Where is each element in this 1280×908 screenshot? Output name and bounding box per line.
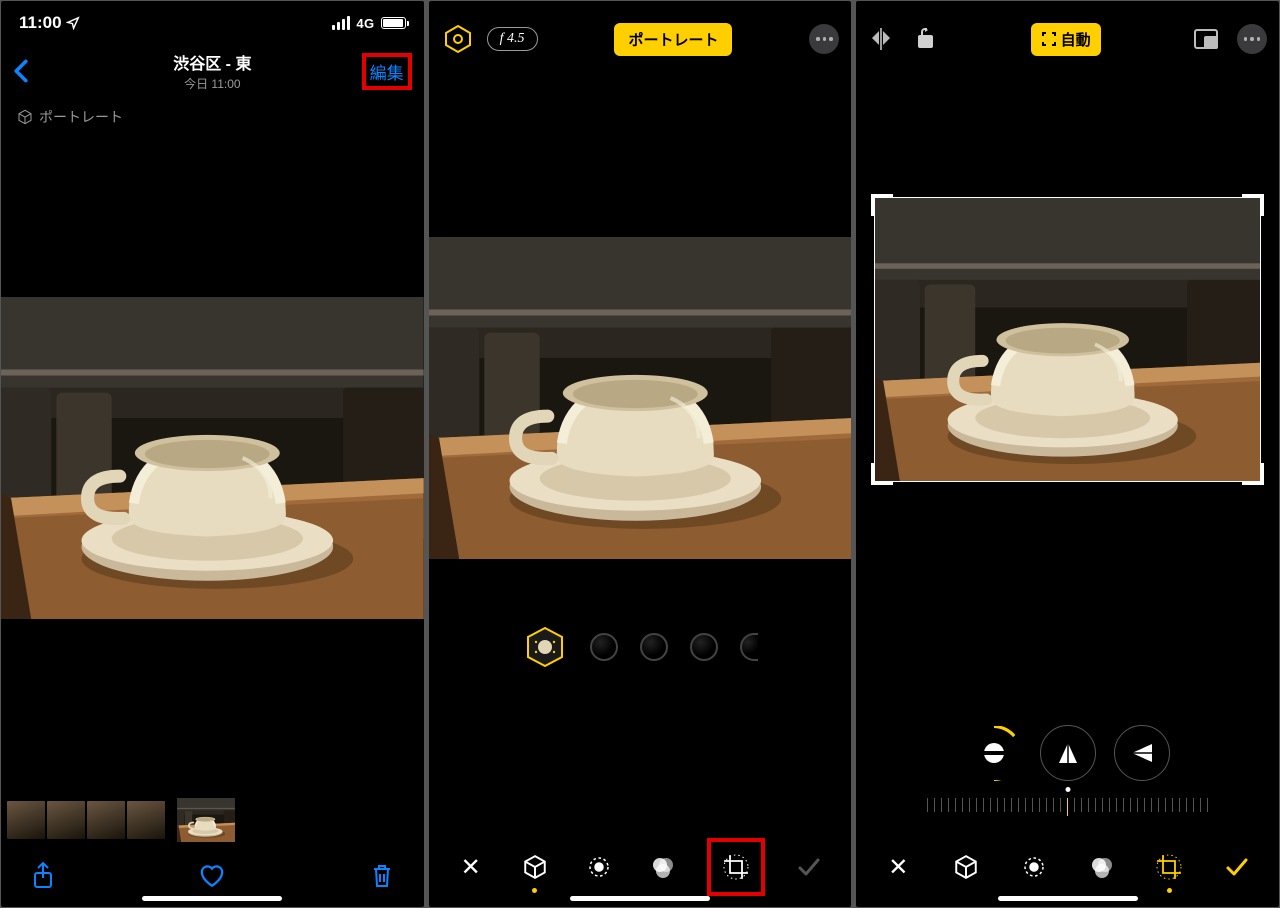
screen-edit-portrait: f 4.5 ポートレート ✕	[429, 1, 852, 907]
lighting-option[interactable]	[590, 633, 618, 661]
mode-label: ポートレート	[39, 107, 123, 127]
crop-handle-bl[interactable]	[871, 463, 893, 485]
auto-brackets-icon	[1041, 31, 1057, 47]
mode-pill[interactable]: ポートレート	[614, 23, 732, 56]
done-button[interactable]	[789, 847, 829, 887]
photo-area[interactable]	[429, 67, 852, 607]
cube-icon	[17, 109, 33, 125]
tab-portrait[interactable]	[946, 847, 986, 887]
crop-frame[interactable]	[874, 197, 1261, 482]
tab-portrait[interactable]	[515, 847, 555, 887]
status-time: 11:00	[19, 13, 62, 33]
done-button[interactable]	[1217, 847, 1257, 887]
cancel-button[interactable]: ✕	[878, 847, 918, 887]
home-indicator[interactable]	[142, 896, 282, 901]
aperture-button[interactable]: f 4.5	[487, 27, 538, 51]
edit-tab-bar: ✕	[429, 827, 852, 907]
portrait-lighting-button[interactable]	[441, 22, 475, 56]
thumbnail[interactable]	[47, 801, 85, 839]
crop-top-toolbar: 自動	[856, 11, 1279, 67]
delete-button[interactable]	[368, 861, 396, 889]
thumbnail-selected[interactable]	[177, 798, 235, 842]
auto-button[interactable]: 自動	[1031, 23, 1101, 56]
photo	[1, 297, 424, 619]
rotation-ruler[interactable]	[856, 787, 1279, 827]
network-label: 4G	[356, 16, 374, 31]
home-indicator[interactable]	[570, 896, 710, 901]
back-button[interactable]	[13, 59, 29, 83]
battery-icon	[381, 17, 406, 29]
lighting-option-natural[interactable]	[522, 624, 568, 670]
tab-filters[interactable]	[1082, 847, 1122, 887]
favorite-button[interactable]	[198, 861, 226, 889]
crop-handle-tl[interactable]	[871, 194, 893, 216]
lighting-option[interactable]	[640, 633, 668, 661]
flip-button[interactable]	[868, 27, 894, 51]
rotation-dials	[856, 725, 1279, 781]
screen-photo-viewer: 11:00 4G 渋谷区 - 東 今日 11:00 編集 ポートレート	[1, 1, 424, 907]
tab-adjust[interactable]	[1014, 847, 1054, 887]
crop-handle-tr[interactable]	[1242, 194, 1264, 216]
home-indicator[interactable]	[998, 896, 1138, 901]
crop-area[interactable]	[856, 67, 1279, 537]
lighting-option[interactable]	[740, 633, 758, 661]
lighting-carousel[interactable]	[429, 607, 852, 687]
edit-button[interactable]: 編集	[362, 53, 412, 90]
lighting-option[interactable]	[690, 633, 718, 661]
share-button[interactable]	[29, 861, 57, 889]
ruler-indicator	[1065, 787, 1070, 792]
screen-edit-crop: 自動 ✕	[856, 1, 1279, 907]
edit-top-toolbar: f 4.5 ポートレート	[429, 11, 852, 67]
tab-crop[interactable]	[707, 838, 765, 896]
more-button[interactable]	[809, 24, 839, 54]
edit-tab-bar: ✕	[856, 827, 1279, 907]
thumbnail[interactable]	[87, 801, 125, 839]
nav-subtitle: 今日 11:00	[1, 75, 424, 92]
nav-bar: 渋谷区 - 東 今日 11:00 編集	[1, 45, 424, 97]
photo-area[interactable]	[1, 137, 424, 797]
nav-title: 渋谷区 - 東	[1, 50, 424, 74]
thumbnail-strip[interactable]	[1, 797, 424, 843]
tab-crop[interactable]	[1149, 847, 1189, 887]
dial-straighten[interactable]	[966, 725, 1022, 781]
rotate-button[interactable]	[912, 27, 938, 51]
crop-handle-br[interactable]	[1242, 463, 1264, 485]
ruler-ticks	[927, 798, 1208, 816]
tab-filters[interactable]	[643, 847, 683, 887]
location-icon	[66, 16, 80, 30]
auto-label: 自動	[1061, 29, 1091, 50]
dial-vertical[interactable]	[1040, 725, 1096, 781]
more-button[interactable]	[1237, 24, 1267, 54]
mode-badge: ポートレート	[1, 97, 424, 137]
dial-horizontal[interactable]	[1114, 725, 1170, 781]
cancel-button[interactable]: ✕	[451, 847, 491, 887]
signal-icon	[332, 16, 350, 30]
status-bar: 11:00 4G	[1, 1, 424, 45]
thumbnail[interactable]	[127, 801, 165, 839]
thumbnail[interactable]	[7, 801, 45, 839]
photo	[429, 237, 852, 559]
tab-adjust[interactable]	[579, 847, 619, 887]
aspect-button[interactable]	[1193, 28, 1219, 50]
